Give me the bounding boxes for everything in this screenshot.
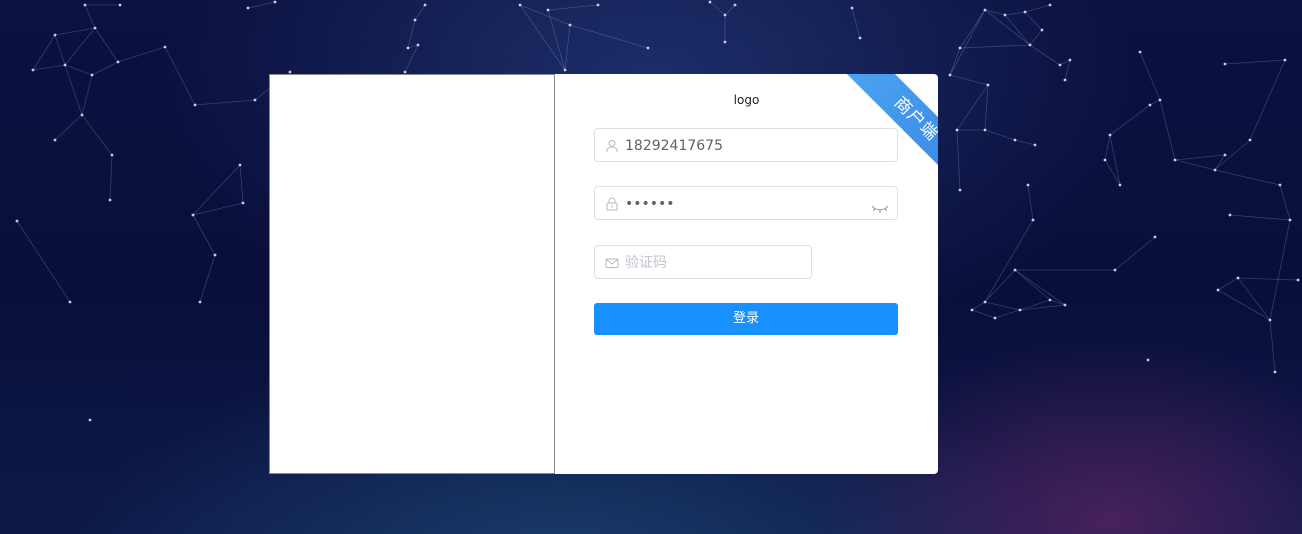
captcha-placeholder: 验证码 bbox=[625, 255, 667, 271]
eye-closed-icon[interactable] bbox=[871, 203, 889, 215]
lock-icon bbox=[606, 197, 618, 211]
captcha-field[interactable]: 验证码 bbox=[594, 245, 812, 279]
mail-icon bbox=[605, 258, 619, 268]
user-icon bbox=[606, 140, 618, 153]
card-image-panel bbox=[269, 74, 555, 474]
password-value: •••••• bbox=[625, 196, 675, 212]
login-card: logo 商户端 18292417675 •••••• 验证码 登录 bbox=[269, 74, 938, 474]
username-field[interactable]: 18292417675 bbox=[594, 128, 898, 162]
username-value: 18292417675 bbox=[625, 138, 723, 154]
login-button[interactable]: 登录 bbox=[594, 303, 898, 335]
password-field[interactable]: •••••• bbox=[594, 186, 898, 220]
login-form-panel: logo 商户端 18292417675 •••••• 验证码 登录 bbox=[555, 74, 938, 474]
